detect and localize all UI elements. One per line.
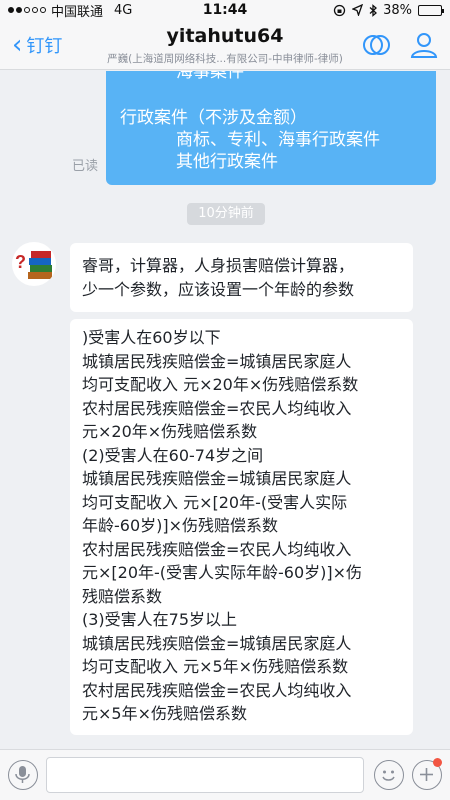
outgoing-message-bubble[interactable]: 海事案件 行政案件（不涉及金额） 商标、专利、海事行政案件 其他行政案件 (106, 71, 436, 185)
status-left: 中国联通 4G (8, 1, 168, 20)
chevron-left-icon: ‹ (12, 30, 23, 60)
books-avatar-icon: ? (15, 251, 52, 279)
message-line: (3)受害人在75岁以上 (82, 610, 238, 629)
message-line (120, 83, 420, 105)
message-line: 农村居民残疾赔偿金=农民人均纯收入 (82, 680, 352, 700)
battery-icon (418, 4, 444, 16)
chat-area[interactable]: 海事案件 行政案件（不涉及金额） 商标、专利、海事行政案件 其他行政案件 已读 … (0, 71, 450, 749)
message-line: 城镇居民残疾赔偿金=城镇居民家庭人 (82, 469, 352, 488)
bluetooth-icon (369, 3, 378, 17)
input-bar (0, 749, 450, 800)
message-line: (2)受害人在60-74岁之间 (82, 445, 264, 465)
message-line: 均可支配收入 元×5年×伤残赔偿系数 (82, 657, 349, 676)
emoji-icon (382, 770, 395, 781)
incoming-message-bubble[interactable]: )受害人在60岁以下 城镇居民残疾赔偿金=城镇居民家庭人 均可支配收入 元×20… (70, 319, 413, 735)
message-line: 年龄-60岁)]×伤残赔偿系数 (82, 516, 279, 535)
profile-icon[interactable] (409, 30, 439, 60)
carrier-label: 中国联通 (51, 4, 104, 20)
message-line: 元×[20年-(受害人实际年龄-60岁)]×伤 (82, 563, 363, 582)
nav-bar: ‹ 钉钉 yitahutu64 严巍(上海道周网络科技...有限公司-中申律师-… (0, 20, 450, 70)
time-divider: 10分钟前 (187, 203, 265, 225)
status-time: 11:44 (202, 2, 248, 18)
back-button-label: 钉钉 (26, 36, 63, 57)
chat-title: yitahutu64 (166, 25, 284, 47)
signal-strength-icon (8, 7, 46, 13)
battery-percent: 38% (383, 2, 412, 18)
message-input[interactable] (46, 757, 364, 793)
status-bar: 中国联通 4G 11:44 38% (0, 0, 450, 20)
message-line: 元×20年×伤残赔偿系数 (82, 422, 258, 441)
svg-text:?: ? (15, 252, 26, 272)
notification-dot (433, 758, 442, 767)
emoji-button[interactable] (374, 760, 404, 790)
lock-rotation-icon (333, 4, 346, 16)
message-line: 元×5年×伤残赔偿系数 (82, 704, 247, 723)
message-line: 均可支配收入 元×20年×伤残赔偿系数 (82, 375, 359, 394)
message-line: 商标、专利、海事行政案件 (176, 130, 380, 150)
message-line: 农村居民残疾赔偿金=农民人均纯收入 (82, 398, 352, 418)
incoming-message-bubble[interactable]: 睿哥，计算器，人身损害赔偿计算器， 少一个参数，应该设置一个年龄的参数 (70, 243, 413, 312)
message-line: 少一个参数，应该设置一个年龄的参数 (82, 279, 355, 299)
location-icon (352, 4, 364, 16)
message-line: )受害人在60岁以下 (82, 328, 221, 347)
network-label: 4G (114, 2, 133, 18)
message-line: 城镇居民残疾赔偿金=城镇居民家庭人 (82, 633, 352, 653)
avatar[interactable]: ? (12, 242, 56, 286)
voice-input-button[interactable] (8, 760, 38, 790)
message-line: 其他行政案件 (176, 152, 278, 172)
message-line: 海事案件 (176, 71, 244, 82)
microphone-icon (15, 766, 30, 783)
chat-subtitle: 严巍(上海道周网络科技...有限公司-中申律师-律师) (107, 53, 343, 65)
message-line: 均可支配收入 元×[20年-(受害人实际 (82, 492, 348, 512)
message-line: 城镇居民残疾赔偿金=城镇居民家庭人 (82, 351, 352, 371)
message-line: 农村居民残疾赔偿金=农民人均纯收入 (82, 539, 352, 559)
read-status: 已读 (72, 159, 99, 174)
message-line: 残赔偿系数 (82, 586, 163, 606)
back-button[interactable]: ‹ 钉钉 (12, 32, 62, 58)
status-right: 38% (282, 2, 444, 18)
call-icon[interactable] (361, 30, 391, 60)
message-line: 睿哥，计算器，人身损害赔偿计算器， (82, 256, 355, 275)
message-line: 行政案件（不涉及金额） (120, 108, 307, 128)
